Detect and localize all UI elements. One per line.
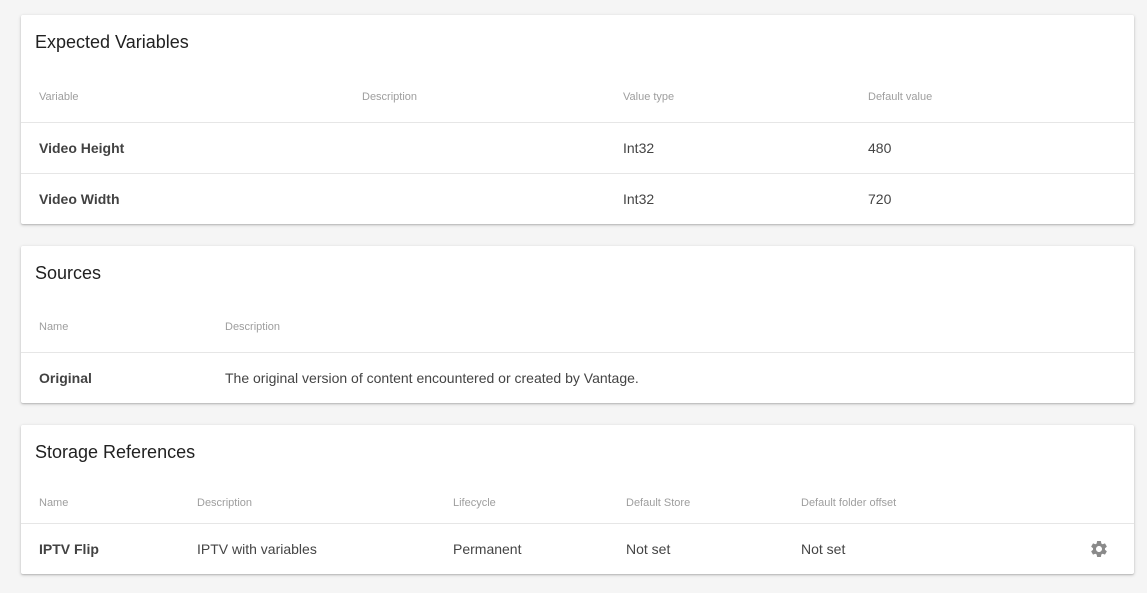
variable-default-value: 480 (868, 140, 892, 156)
sources-title: Sources (35, 263, 102, 283)
storage-references-title: Storage References (35, 442, 196, 462)
variable-value-type: Int32 (623, 140, 655, 156)
storage-lifecycle: Permanent (453, 541, 522, 557)
column-header-lifecycle: Lifecycle (453, 497, 496, 509)
column-header-variable: Variable (39, 91, 79, 103)
variable-name: Video Height (39, 140, 125, 156)
variable-name: Video Width (39, 191, 120, 207)
table-row[interactable]: Video Width Int32 720 (21, 173, 1134, 225)
column-header-default-store: Default Store (626, 497, 691, 509)
storage-name: IPTV Flip (39, 541, 99, 557)
storage-description: IPTV with variables (197, 541, 317, 557)
variable-value-type: Int32 (623, 191, 655, 207)
gear-icon[interactable] (1089, 539, 1109, 559)
table-row[interactable]: Original The original version of content… (21, 352, 1134, 404)
column-header-description: Description (225, 321, 281, 333)
storage-default-store: Not set (626, 541, 671, 557)
expected-variables-card: Expected Variables Variable Description … (21, 15, 1134, 224)
storage-default-folder-offset: Not set (801, 541, 846, 557)
source-description: The original version of content encounte… (225, 370, 639, 386)
source-name: Original (39, 370, 92, 386)
column-header-default-folder-offset: Default folder offset (801, 497, 897, 509)
column-header-description: Description (362, 91, 418, 103)
table-row[interactable]: Video Height Int32 480 (21, 122, 1134, 174)
column-header-description: Description (197, 497, 253, 509)
table-row[interactable]: IPTV Flip IPTV with variables Permanent … (21, 523, 1134, 575)
storage-references-card: Storage References Name Description Life… (21, 425, 1134, 574)
sources-card: Sources Name Description Original The or… (21, 246, 1134, 403)
expected-variables-title: Expected Variables (35, 32, 189, 52)
column-header-value-type: Value type (623, 91, 675, 103)
column-header-name: Name (39, 321, 69, 333)
variable-default-value: 720 (868, 191, 892, 207)
column-header-default-value: Default value (868, 91, 933, 103)
column-header-name: Name (39, 497, 69, 509)
